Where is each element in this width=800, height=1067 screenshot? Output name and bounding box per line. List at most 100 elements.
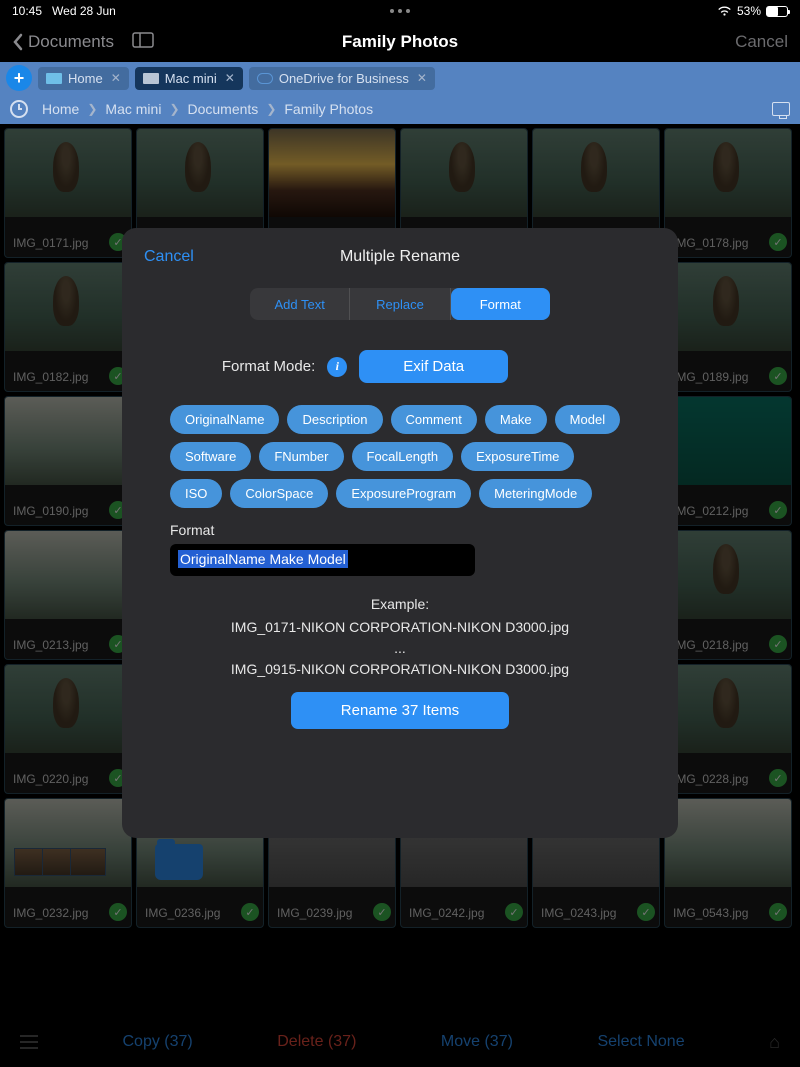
format-input[interactable]: OriginalName Make Model [170,544,475,576]
rename-modal: Cancel Multiple Rename Add Text Replace … [122,228,678,838]
back-button[interactable]: Documents [12,32,114,52]
breadcrumb-item[interactable]: Family Photos [284,101,373,117]
chip-colorspace[interactable]: ColorSpace [230,479,328,508]
page-title: Family Photos [342,32,458,52]
check-icon: ✓ [769,233,787,251]
battery-icon [766,6,788,17]
check-icon: ✓ [769,903,787,921]
tab-onedrive-for-business[interactable]: OneDrive for Business ✕ [249,67,435,90]
chip-fnumber[interactable]: FNumber [259,442,343,471]
photo-thumbnail[interactable]: IMG_0228.jpg✓ [664,664,792,794]
chip-software[interactable]: Software [170,442,251,471]
chevron-right-icon: ❯ [169,102,179,116]
segment-replace[interactable]: Replace [350,288,450,320]
tab-icon [257,73,273,84]
segmented-control: Add Text Replace Format [250,288,550,320]
close-icon[interactable]: ✕ [417,71,427,85]
close-icon[interactable]: ✕ [111,71,121,85]
tab-label: OneDrive for Business [279,71,409,86]
move-button[interactable]: Move (37) [441,1033,513,1051]
status-time: 10:45 [12,4,42,18]
menu-icon[interactable] [20,1035,38,1049]
chip-meteringmode[interactable]: MeteringMode [479,479,592,508]
chip-originalname[interactable]: OriginalName [170,405,279,434]
chip-description[interactable]: Description [287,405,382,434]
battery-percent: 53% [737,4,761,18]
check-icon: ✓ [769,501,787,519]
multitask-dots-icon[interactable] [390,9,410,13]
chevron-left-icon [12,33,24,51]
breadcrumb-item[interactable]: Mac mini [105,101,161,117]
chip-comment[interactable]: Comment [391,405,477,434]
layout-toggle-icon[interactable] [132,32,154,53]
photo-thumbnail[interactable]: IMG_0218.jpg✓ [664,530,792,660]
photo-thumbnail[interactable]: IMG_0171.jpg✓ [4,128,132,258]
check-icon: ✓ [769,769,787,787]
photo-thumbnail[interactable]: IMG_0212.jpg✓ [664,396,792,526]
photo-thumbnail[interactable]: IMG_0220.jpg✓ [4,664,132,794]
close-icon[interactable]: ✕ [225,71,235,85]
chip-focallength[interactable]: FocalLength [352,442,454,471]
modal-cancel-button[interactable]: Cancel [144,248,194,266]
add-tab-button[interactable]: + [6,65,32,91]
format-mode-label: Format Mode: [222,358,315,375]
breadcrumb: Home❯Mac mini❯Documents❯Family Photos [0,94,800,124]
photo-thumbnail[interactable]: IMG_0178.jpg✓ [664,128,792,258]
nav-bar: Documents Family Photos Cancel [0,22,800,62]
segment-format[interactable]: Format [451,288,550,320]
status-bar: 10:45 Wed 28 Jun 53% [0,0,800,22]
segment-add-text[interactable]: Add Text [250,288,350,320]
check-icon: ✓ [637,903,655,921]
tab-home[interactable]: Home ✕ [38,67,129,90]
wifi-icon [717,6,732,17]
chevron-right-icon: ❯ [266,102,276,116]
tab-icon [143,73,159,84]
copy-button[interactable]: Copy (37) [123,1033,193,1051]
status-date: Wed 28 Jun [52,4,116,18]
history-icon[interactable] [10,100,28,118]
chip-model[interactable]: Model [555,405,620,434]
selection-stack-icon[interactable] [14,848,98,876]
info-icon[interactable]: i [327,357,347,377]
photo-thumbnail[interactable]: IMG_0182.jpg✓ [4,262,132,392]
example-dots: ... [122,638,678,659]
tab-label: Home [68,71,103,86]
display-icon[interactable] [772,102,790,116]
folder-icon[interactable] [155,844,203,880]
cancel-button[interactable]: Cancel [735,32,788,52]
format-value: OriginalName Make Model [178,550,348,568]
tab-mac-mini[interactable]: Mac mini ✕ [135,67,243,90]
exif-chips: OriginalName Description Comment Make Model S… [122,405,678,508]
select-none-button[interactable]: Select None [597,1033,684,1051]
example-label: Example: [122,594,678,615]
example-line-1: IMG_0171-NIKON CORPORATION-NIKON D3000.j… [122,617,678,638]
check-icon: ✓ [769,367,787,385]
photo-thumbnail[interactable]: IMG_0190.jpg✓ [4,396,132,526]
format-mode-button[interactable]: Exif Data [359,350,508,383]
check-icon: ✓ [109,903,127,921]
chip-make[interactable]: Make [485,405,547,434]
chip-exposuretime[interactable]: ExposureTime [461,442,574,471]
breadcrumb-item[interactable]: Home [42,101,79,117]
back-label: Documents [28,32,114,52]
format-field-label: Format [170,522,630,538]
check-icon: ✓ [505,903,523,921]
tab-label: Mac mini [165,71,217,86]
photo-thumbnail[interactable]: IMG_0189.jpg✓ [664,262,792,392]
photo-thumbnail[interactable]: IMG_0543.jpg✓ [664,798,792,928]
bottom-toolbar: Copy (37) Delete (37) Move (37) Select N… [0,1017,800,1067]
check-icon: ✓ [769,635,787,653]
check-icon: ✓ [241,903,259,921]
rename-button[interactable]: Rename 37 Items [291,692,509,729]
breadcrumb-item[interactable]: Documents [188,101,259,117]
modal-title: Multiple Rename [340,248,460,266]
check-icon: ✓ [373,903,391,921]
photo-thumbnail[interactable]: IMG_0213.jpg✓ [4,530,132,660]
chip-iso[interactable]: ISO [170,479,222,508]
chip-exposureprogram[interactable]: ExposureProgram [336,479,471,508]
delete-button[interactable]: Delete (37) [277,1033,356,1051]
tab-icon [46,73,62,84]
home-icon[interactable]: ⌂ [769,1032,780,1053]
tabs-bar: + Home ✕ Mac mini ✕ OneDrive for Business ✕ [0,62,800,94]
example-section: Example: IMG_0171-NIKON CORPORATION-NIKO… [122,594,678,680]
